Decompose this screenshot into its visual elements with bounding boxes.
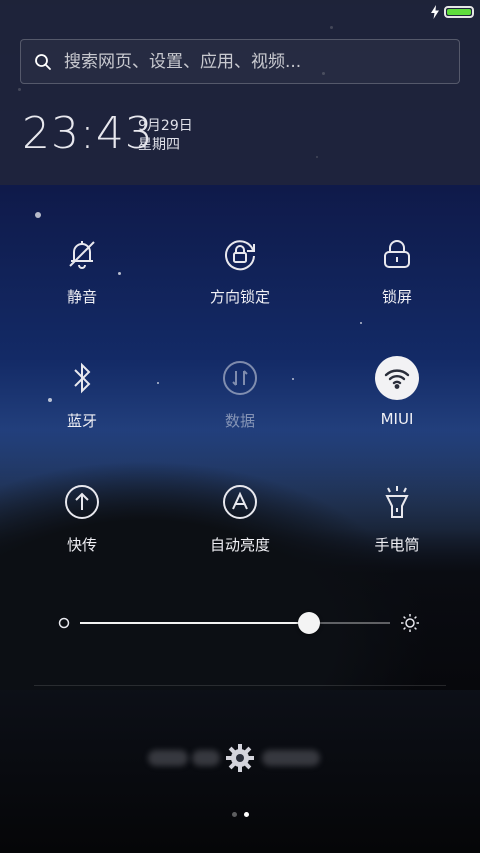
toggle-mute[interactable]: 静音 [2, 232, 162, 307]
battery-fill [447, 9, 471, 15]
slider-knob[interactable] [298, 612, 321, 634]
search-icon [35, 53, 51, 70]
blurred-shortcut [148, 750, 188, 766]
search-input[interactable] [62, 50, 426, 73]
wallpaper-landscape [0, 430, 480, 690]
toggle-label: 方向锁定 [209, 288, 270, 306]
weekday-text: 星期四 [138, 137, 180, 153]
toggle-rotation-lock[interactable]: 方向锁定 [160, 232, 320, 307]
upload-icon [60, 480, 104, 524]
wifi-icon [375, 356, 419, 400]
toggle-label: 快传 [66, 536, 97, 554]
toggle-label: 数据 [224, 412, 255, 430]
brightness-low-icon [58, 617, 70, 629]
toggle-lock-screen[interactable]: 锁屏 [317, 232, 477, 307]
date-text: 9月29日 [138, 118, 193, 134]
toggle-flashlight[interactable]: 手电筒 [317, 480, 477, 555]
toggle-label: 锁屏 [381, 288, 412, 306]
page-dot [243, 812, 249, 817]
toggle-bluetooth[interactable]: 蓝牙 [2, 356, 162, 431]
toggle-label: 静音 [66, 288, 97, 306]
lock-icon [375, 232, 419, 276]
bolt-icon [431, 5, 439, 19]
battery-icon [444, 6, 474, 18]
divider [34, 685, 446, 686]
toggle-data[interactable]: 数据 [160, 356, 320, 431]
blurred-shortcut [262, 750, 320, 766]
bluetooth-icon [60, 356, 104, 400]
page-dot [231, 812, 237, 817]
toggle-label: 手电筒 [374, 536, 420, 554]
page-indicator [0, 812, 480, 817]
auto-brightness-icon [218, 480, 262, 524]
bell-off-icon [60, 232, 104, 276]
brightness-high-icon [401, 614, 419, 632]
slider-fill [80, 622, 310, 624]
toggle-label: 自动亮度 [209, 536, 270, 554]
toggle-label: MIUI [380, 410, 414, 428]
status-bar [430, 5, 474, 19]
gear-icon[interactable] [224, 742, 256, 774]
blurred-shortcut [192, 750, 220, 766]
toggle-auto-brightness[interactable]: 自动亮度 [160, 480, 320, 555]
clock-date: 9月29日 星期四 [138, 117, 193, 155]
rotation-lock-icon [218, 232, 262, 276]
flashlight-icon [375, 480, 419, 524]
toggle-wifi[interactable]: MIUI [317, 356, 477, 428]
data-icon [218, 356, 262, 400]
clock-time: 23:43 [22, 108, 154, 159]
toggle-label: 蓝牙 [66, 412, 97, 430]
toggle-quick-share[interactable]: 快传 [2, 480, 162, 555]
search-bar[interactable] [20, 39, 460, 84]
brightness-slider[interactable] [58, 610, 424, 636]
